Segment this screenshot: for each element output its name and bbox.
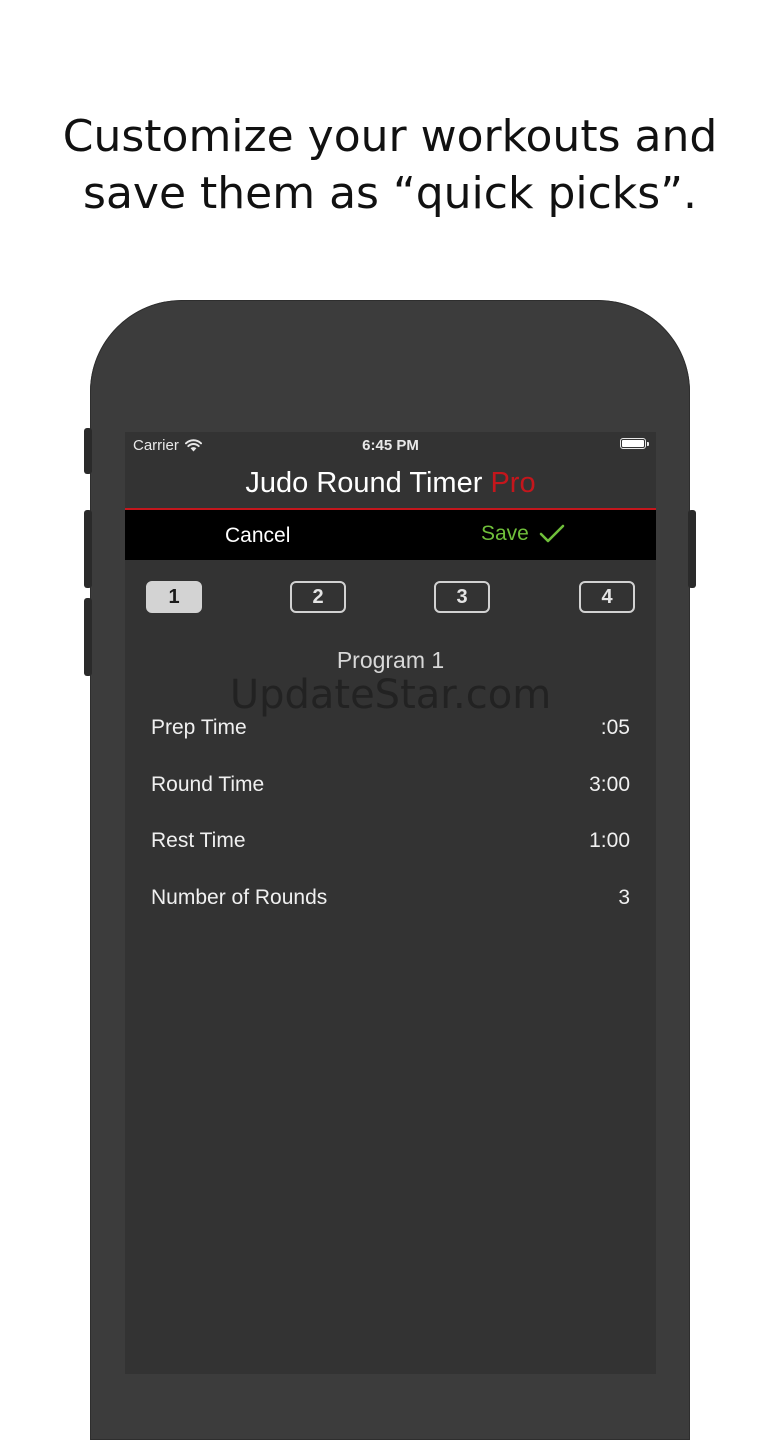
- setting-row-number-of-rounds[interactable]: Number of Rounds 3: [151, 870, 630, 927]
- quick-pick-4[interactable]: 4: [579, 581, 635, 613]
- status-bar: Carrier 6:45 PM: [125, 432, 656, 458]
- setting-value: :05: [600, 716, 630, 740]
- save-button[interactable]: Save: [481, 522, 565, 546]
- quick-picks: 1 2 3 4: [125, 581, 656, 615]
- setting-row-round-time[interactable]: Round Time 3:00: [151, 757, 630, 814]
- setting-label: Rest Time: [151, 829, 246, 853]
- setting-value: 3:00: [589, 772, 630, 796]
- settings-list: Prep Time :05 Round Time 3:00 Rest Time …: [151, 700, 630, 926]
- save-label: Save: [481, 522, 529, 545]
- app-title-bar: Judo Round Timer Pro: [125, 458, 656, 510]
- volume-up-button: [84, 510, 92, 588]
- quick-pick-2[interactable]: 2: [290, 581, 346, 613]
- power-button: [688, 510, 696, 588]
- setting-value: 1:00: [589, 829, 630, 853]
- quick-pick-3[interactable]: 3: [434, 581, 490, 613]
- setting-row-prep-time[interactable]: Prep Time :05: [151, 700, 630, 757]
- headline-line-1: Customize your workouts and: [62, 111, 718, 162]
- nav-bar: Cancel Save: [125, 510, 656, 560]
- setting-label: Round Time: [151, 772, 265, 796]
- status-time: 6:45 PM: [362, 437, 419, 454]
- quick-pick-1[interactable]: 1: [146, 581, 202, 613]
- battery-icon: [620, 438, 649, 449]
- setting-label: Number of Rounds: [151, 885, 328, 909]
- headline: Customize your workouts and save them as…: [0, 108, 780, 222]
- checkmark-icon: [539, 524, 565, 543]
- app-title: Judo Round Timer: [245, 467, 483, 499]
- app-screen: Carrier 6:45 PM Judo Round Timer Pro Can…: [125, 432, 656, 1374]
- setting-value: 3: [618, 885, 630, 909]
- program-title: Program 1: [336, 647, 445, 673]
- app-title-pro: Pro: [490, 467, 536, 499]
- cancel-label: Cancel: [225, 524, 291, 547]
- setting-label: Prep Time: [151, 716, 247, 740]
- cancel-button[interactable]: Cancel: [225, 524, 290, 548]
- setting-row-rest-time[interactable]: Rest Time 1:00: [151, 813, 630, 870]
- silent-switch: [84, 428, 92, 474]
- volume-down-button: [84, 598, 92, 676]
- headline-line-2: save them as “quick picks”.: [83, 168, 697, 219]
